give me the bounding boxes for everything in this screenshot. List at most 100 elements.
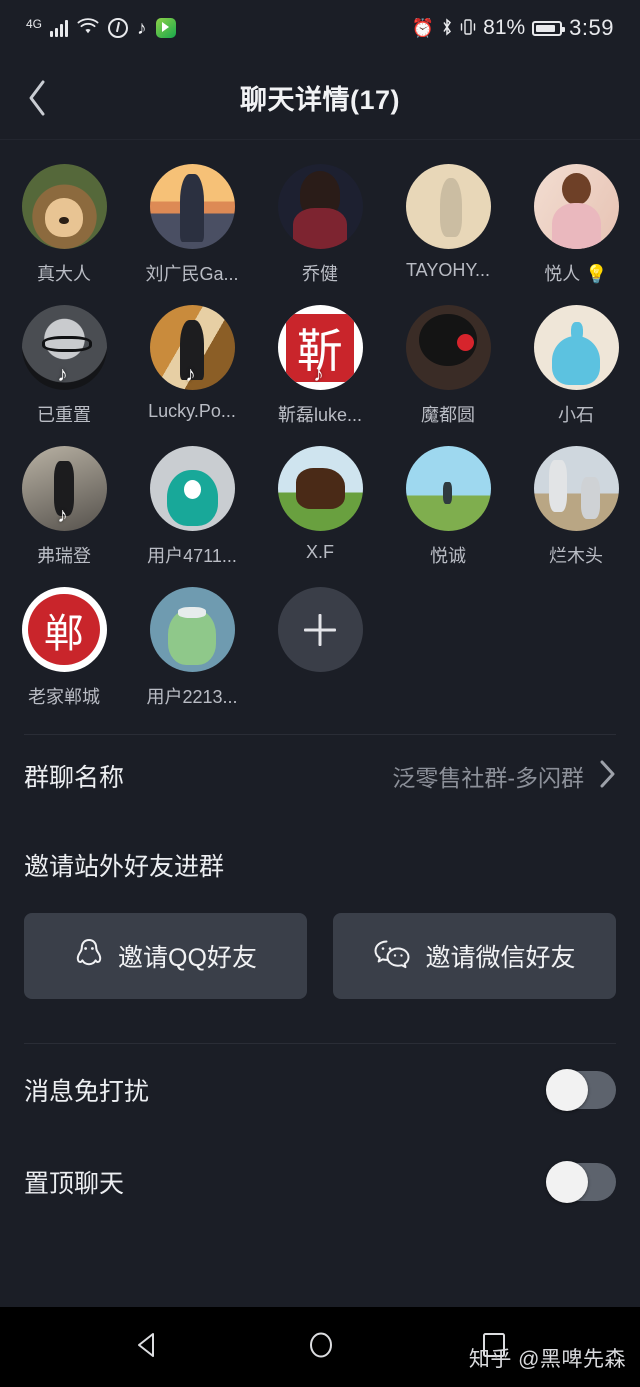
- member-item[interactable]: ♪ 弗瑞登: [0, 446, 128, 568]
- netease-music-icon: [108, 18, 129, 38]
- member-name: 刘广民Ga...: [145, 264, 239, 284]
- triangle-back-icon[interactable]: [132, 1330, 162, 1365]
- member-name: Lucky.Po...: [148, 401, 236, 421]
- member-item[interactable]: 烂木头: [512, 446, 640, 568]
- toggle-knob: [546, 1069, 588, 1111]
- member-item[interactable]: ♪ 靳磊luke...: [256, 305, 384, 427]
- chevron-left-icon: [25, 78, 49, 118]
- invite-qq-label: 邀请QQ好友: [118, 944, 257, 972]
- wechat-icon: [373, 938, 411, 975]
- page-header: 聊天详情(17): [0, 56, 640, 140]
- tiktok-icon: ♪: [137, 17, 147, 39]
- member-item[interactable]: ♪ Lucky.Po...: [128, 305, 256, 427]
- member-item[interactable]: TAYOHY...: [384, 164, 512, 286]
- member-row: 老家郸城 用户2213...: [0, 587, 640, 728]
- status-bar-right: ⏰ 81% 3:59: [412, 15, 614, 41]
- video-app-icon: [155, 18, 176, 38]
- circle-home-icon[interactable]: [306, 1330, 336, 1365]
- avatar: [405, 446, 491, 531]
- setting-label: 消息免打扰: [24, 1078, 150, 1106]
- member-name: 乔健: [302, 264, 338, 284]
- member-name: 真大人: [37, 264, 91, 284]
- invite-buttons: 邀请QQ好友 邀请微信好友: [24, 913, 616, 999]
- member-name: 烂木头: [549, 546, 603, 566]
- system-nav-bar: 知乎 @黑啤先森: [0, 1307, 640, 1387]
- avatar: [533, 305, 619, 390]
- status-bar: 4G ♪ ⏰ 81% 3:59: [0, 0, 640, 56]
- setting-toggle[interactable]: [546, 1069, 616, 1111]
- member-item[interactable]: 乔健: [256, 164, 384, 286]
- member-name: 已重置: [37, 405, 91, 425]
- back-button[interactable]: [0, 78, 74, 118]
- clock-label: 3:59: [569, 15, 614, 40]
- tiktok-badge-icon: ♪: [313, 362, 324, 386]
- avatar: [21, 164, 107, 249]
- avatar: [277, 446, 363, 531]
- settings-list: 消息免打扰置顶聊天: [0, 1044, 640, 1228]
- group-name-label: 群聊名称: [24, 764, 125, 792]
- member-row: ♪ 已重置 ♪ Lucky.Po... ♪ 靳磊luke... 魔都圆 小石: [0, 305, 640, 446]
- page-title: 聊天详情(17): [239, 85, 400, 115]
- member-item[interactable]: 刘广民Ga...: [128, 164, 256, 286]
- vibrate-icon: [460, 18, 476, 39]
- invite-qq-button[interactable]: 邀请QQ好友: [24, 913, 307, 999]
- member-item[interactable]: 魔都圆: [384, 305, 512, 427]
- watermark-label: 知乎 @黑啤先森: [468, 1348, 626, 1371]
- member-item[interactable]: 真大人: [0, 164, 128, 286]
- plus-icon: [277, 587, 363, 672]
- member-name: 弗瑞登: [37, 546, 91, 566]
- member-name: 用户2213...: [146, 687, 238, 707]
- avatar: [149, 164, 235, 249]
- invite-wechat-label: 邀请微信好友: [425, 944, 576, 972]
- group-name-right: 泛零售社群-多闪群: [392, 759, 616, 794]
- member-item[interactable]: 悦人 💡: [512, 164, 640, 286]
- avatar: [405, 305, 491, 390]
- toggle-knob: [546, 1161, 588, 1203]
- member-item[interactable]: 用户2213...: [128, 587, 256, 709]
- avatar: ♪: [21, 305, 107, 390]
- status-bar-left: 4G ♪: [26, 18, 176, 39]
- avatar: [149, 446, 235, 531]
- battery-icon: [532, 20, 566, 36]
- member-name: 用户4711...: [147, 546, 237, 566]
- signal-bars-icon: [50, 19, 69, 37]
- member-name: 悦诚: [430, 546, 466, 566]
- add-member-button[interactable]: [256, 587, 384, 709]
- member-name: 靳磊luke...: [277, 405, 363, 425]
- invite-section-title: 邀请站外好友进群: [24, 853, 225, 881]
- setting-row[interactable]: 消息免打扰: [0, 1044, 640, 1136]
- member-name: TAYOHY...: [405, 260, 491, 280]
- member-name: 老家郸城: [28, 687, 100, 707]
- avatar: [149, 587, 235, 672]
- group-name-row[interactable]: 群聊名称 泛零售社群-多闪群: [0, 735, 640, 817]
- member-row: ♪ 弗瑞登 用户4711... X.F 悦诚 烂木头: [0, 446, 640, 587]
- member-item[interactable]: 老家郸城: [0, 587, 128, 709]
- member-item[interactable]: 小石: [512, 305, 640, 427]
- tiktok-badge-icon: ♪: [57, 503, 68, 527]
- alarm-clock-icon: ⏰: [411, 18, 435, 38]
- invite-wechat-button[interactable]: 邀请微信好友: [333, 913, 616, 999]
- battery-percent-label: 81%: [483, 16, 526, 39]
- invite-section: 邀请站外好友进群 邀请QQ好友 邀请微信好友: [0, 817, 640, 999]
- avatar: [405, 164, 491, 249]
- member-name: 悦人 💡: [544, 264, 608, 284]
- avatar: ♪: [149, 305, 235, 390]
- member-item[interactable]: 悦诚: [384, 446, 512, 568]
- qq-penguin-icon: [74, 937, 104, 976]
- bluetooth-icon: [441, 17, 453, 39]
- setting-row[interactable]: 置顶聊天: [0, 1136, 640, 1228]
- member-name: 魔都圆: [421, 405, 475, 425]
- tiktok-badge-icon: ♪: [57, 362, 68, 386]
- member-name: 小石: [558, 405, 594, 425]
- avatar: [533, 446, 619, 531]
- member-name: X.F: [305, 542, 334, 562]
- avatar: ♪: [21, 446, 107, 531]
- setting-toggle[interactable]: [546, 1161, 616, 1203]
- member-item[interactable]: 用户4711...: [128, 446, 256, 568]
- avatar: [21, 587, 107, 672]
- member-row: 真大人 刘广民Ga... 乔健 TAYOHY... 悦人 💡: [0, 164, 640, 305]
- avatar: ♪: [277, 305, 363, 390]
- member-item[interactable]: ♪ 已重置: [0, 305, 128, 427]
- member-item[interactable]: X.F: [256, 446, 384, 568]
